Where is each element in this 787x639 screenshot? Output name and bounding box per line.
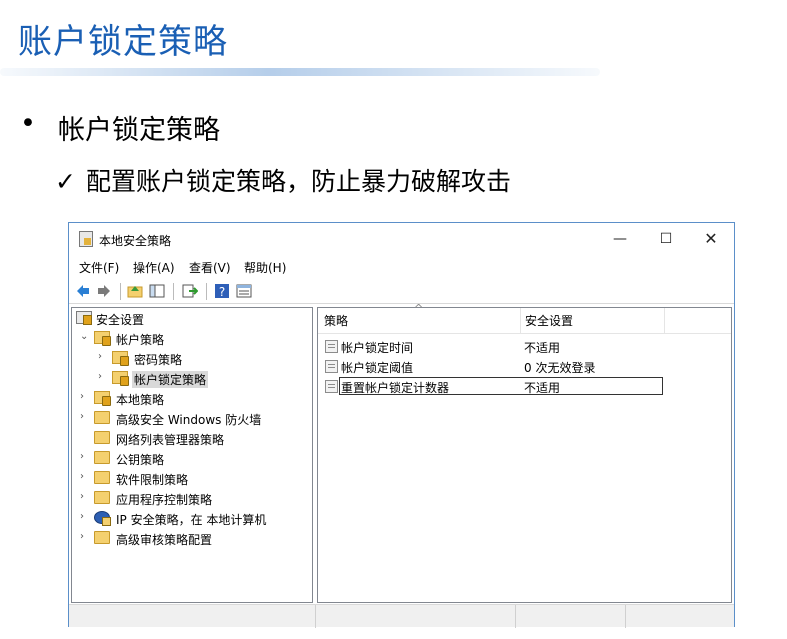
list-row[interactable]: 帐户锁定时间 不适用 bbox=[318, 336, 731, 356]
column-header-policy[interactable]: 策略 bbox=[324, 308, 514, 334]
chevron-right-icon[interactable]: › bbox=[80, 491, 90, 502]
policy-item-icon bbox=[325, 340, 338, 353]
chevron-right-icon[interactable]: › bbox=[80, 471, 90, 482]
policy-name: 帐户锁定时间 bbox=[341, 341, 414, 355]
tree-item-label: 公钥策略 bbox=[116, 453, 165, 467]
chevron-right-icon[interactable]: › bbox=[80, 531, 90, 542]
title-underline bbox=[0, 68, 600, 76]
policy-name: 重置帐户锁定计数器 bbox=[341, 381, 450, 395]
toolbar-separator bbox=[206, 283, 207, 300]
minimize-button[interactable]: — bbox=[600, 227, 640, 251]
chevron-right-icon[interactable]: › bbox=[80, 391, 90, 402]
folder-icon bbox=[94, 491, 110, 504]
tree-item-label: IP 安全策略，在 本地计算机 bbox=[116, 513, 267, 527]
tree-pane[interactable]: 安全设置 ⌄ 帐户策略 › 密码策略 › 帐户锁定策略 › 本地策略 › 高级安… bbox=[71, 307, 313, 603]
checkmark-icon: ✓ bbox=[55, 167, 76, 196]
tree-item-label: 软件限制策略 bbox=[116, 473, 189, 487]
tree-item-label: 帐户锁定策略 bbox=[132, 371, 209, 388]
policy-setting: 不适用 bbox=[524, 341, 561, 355]
toolbar-separator bbox=[173, 283, 174, 300]
chevron-right-icon[interactable]: › bbox=[80, 511, 90, 522]
folder-icon bbox=[94, 451, 110, 464]
chevron-right-icon[interactable]: › bbox=[80, 451, 90, 462]
sub-bullet-text: 配置账户锁定策略，防止暴力破解攻击 bbox=[85, 167, 511, 196]
menu-bar: 文件(F) 操作(A) 查看(V) 帮助(H) bbox=[69, 256, 734, 276]
tree-item-label: 应用程序控制策略 bbox=[116, 493, 213, 507]
tree-item-label: 网络列表管理器策略 bbox=[116, 433, 225, 447]
window-title: 本地安全策略 bbox=[99, 234, 172, 248]
policy-setting: 不适用 bbox=[524, 381, 561, 395]
forward-arrow-icon[interactable] bbox=[96, 283, 112, 299]
app-icon bbox=[79, 231, 93, 247]
ip-security-icon bbox=[94, 511, 111, 526]
folder-icon bbox=[94, 431, 110, 444]
list-row[interactable]: 帐户锁定阈值 0 次无效登录 bbox=[318, 356, 731, 376]
toolbar-separator bbox=[120, 283, 121, 300]
help-icon[interactable]: ? bbox=[214, 283, 230, 299]
policy-item-icon bbox=[325, 380, 338, 393]
chevron-right-icon[interactable]: › bbox=[80, 411, 90, 422]
tree-item-label: 本地策略 bbox=[116, 393, 165, 407]
local-security-policy-window: 本地安全策略 — ☐ ✕ 文件(F) 操作(A) 查看(V) 帮助(H) ? 安… bbox=[68, 222, 735, 628]
chevron-right-icon[interactable]: › bbox=[98, 371, 108, 382]
bullet-item-2: ✓ 配置账户锁定策略，防止暴力破解攻击 bbox=[55, 162, 511, 198]
folder-icon bbox=[94, 471, 110, 484]
tree-item-label: 密码策略 bbox=[134, 353, 183, 367]
bullet-marker: • bbox=[20, 108, 36, 139]
menu-view[interactable]: 查看(V) bbox=[189, 259, 231, 276]
status-divider bbox=[315, 605, 316, 628]
column-divider[interactable] bbox=[664, 308, 665, 334]
status-divider bbox=[625, 605, 626, 628]
folder-lock-icon bbox=[94, 391, 111, 406]
chevron-down-icon[interactable]: ⌄ bbox=[80, 331, 90, 342]
back-arrow-icon[interactable] bbox=[75, 283, 91, 299]
slide-title: 账户锁定策略 bbox=[18, 22, 228, 62]
folder-icon bbox=[94, 531, 110, 544]
policy-name: 帐户锁定阈值 bbox=[341, 361, 414, 375]
menu-help[interactable]: 帮助(H) bbox=[244, 259, 286, 276]
status-divider bbox=[515, 605, 516, 628]
policy-item-icon bbox=[325, 360, 338, 373]
folder-lock-icon bbox=[94, 331, 111, 346]
close-button[interactable]: ✕ bbox=[691, 227, 731, 251]
up-folder-icon[interactable] bbox=[127, 283, 143, 299]
tree-item-label: 安全设置 bbox=[96, 313, 145, 327]
svg-text:?: ? bbox=[219, 285, 225, 299]
tree-item-label: 高级安全 Windows 防火墙 bbox=[116, 413, 262, 427]
export-list-icon[interactable] bbox=[182, 283, 198, 299]
folder-icon bbox=[94, 411, 110, 424]
list-row-focused[interactable]: 重置帐户锁定计数器 不适用 bbox=[318, 376, 731, 396]
tree-item-label: 高级审核策略配置 bbox=[116, 533, 213, 547]
tree-item-label: 帐户策略 bbox=[116, 333, 165, 347]
list-header: ^ 策略 安全设置 bbox=[318, 302, 731, 334]
security-settings-icon bbox=[76, 311, 92, 325]
folder-lock-icon bbox=[112, 371, 129, 386]
folder-lock-icon bbox=[112, 351, 129, 366]
status-bar bbox=[69, 604, 734, 628]
policy-list-pane[interactable]: ^ 策略 安全设置 帐户锁定时间 不适用 帐户锁定阈值 0 次无效登录 重置帐户… bbox=[317, 302, 732, 603]
chevron-right-icon[interactable]: › bbox=[98, 351, 108, 362]
maximize-button[interactable]: ☐ bbox=[646, 227, 686, 251]
toolbar: ? bbox=[69, 278, 734, 304]
menu-file[interactable]: 文件(F) bbox=[79, 259, 119, 276]
policy-setting: 0 次无效登录 bbox=[524, 361, 596, 375]
title-bar[interactable]: 本地安全策略 — ☐ ✕ bbox=[69, 223, 734, 255]
view-icon[interactable] bbox=[236, 283, 252, 299]
bullet-text: 帐户锁定策略 bbox=[58, 115, 220, 146]
show-hide-tree-icon[interactable] bbox=[149, 283, 165, 299]
column-header-security-setting[interactable]: 安全设置 bbox=[520, 308, 665, 334]
menu-action[interactable]: 操作(A) bbox=[133, 259, 175, 276]
